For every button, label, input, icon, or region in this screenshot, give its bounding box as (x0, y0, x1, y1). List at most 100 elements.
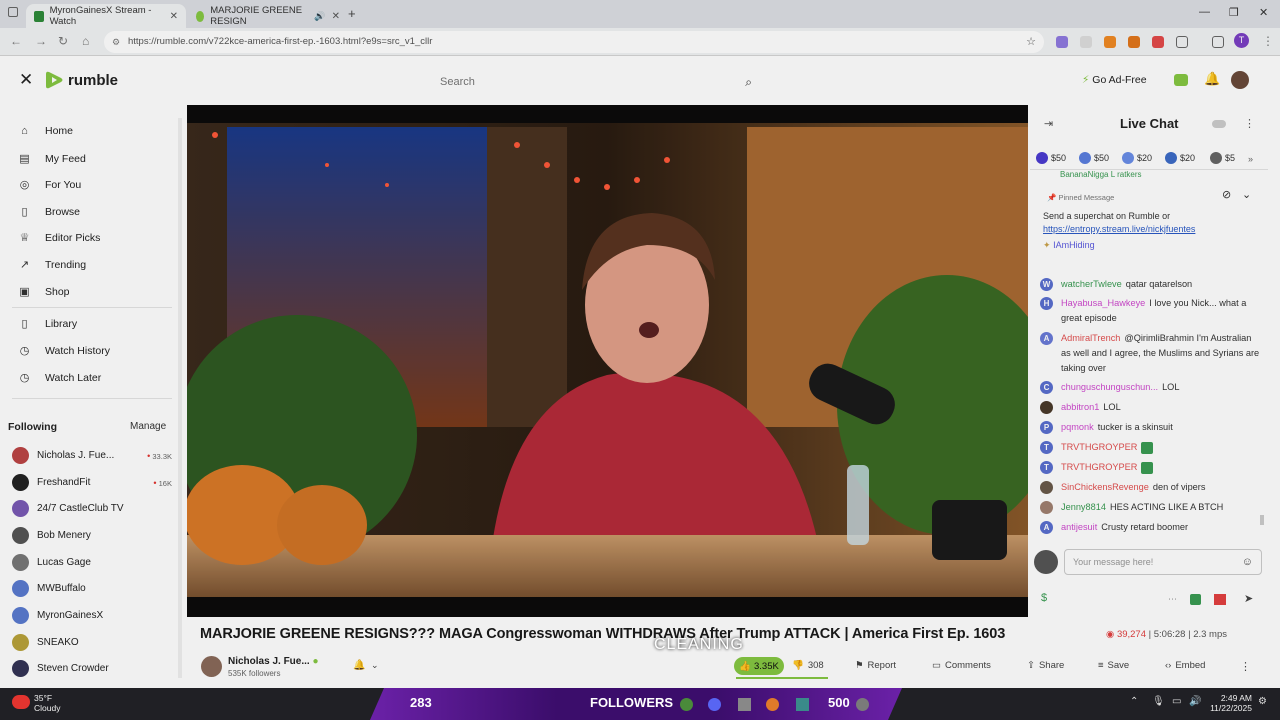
bookmark-star-icon[interactable]: ☆ (1026, 31, 1036, 53)
speaker-icon[interactable]: 🔊 (314, 11, 325, 22)
address-bar[interactable]: ⚙ https://rumble.com/v722kce-america-fir… (104, 31, 1044, 53)
chat-user-avatar[interactable] (1040, 401, 1053, 414)
more-options-icon[interactable]: ⋮ (1240, 660, 1251, 673)
extension-icon[interactable] (1152, 36, 1164, 48)
sidebar-item-watch-later[interactable]: ◷ Watch Later (18, 371, 102, 385)
weather-widget[interactable]: 35°F Cloudy (34, 693, 60, 713)
notification-bell-icon[interactable]: 🔔 (353, 660, 365, 671)
badge-icon[interactable] (1190, 594, 1201, 605)
sidebar-item-my-feed[interactable]: ▤ My Feed (18, 152, 86, 166)
embed-button[interactable]: ‹› Embed (1165, 660, 1205, 671)
chat-user-avatar[interactable]: A (1040, 521, 1053, 534)
rant-chip[interactable]: $50 (1079, 152, 1109, 164)
chat-user-avatar[interactable]: T (1040, 441, 1053, 454)
following-channel[interactable]: Lucas Gage (12, 554, 172, 571)
pinned-user[interactable]: IAmHiding (1053, 240, 1095, 250)
comments-button[interactable]: ▭ Comments (932, 660, 991, 671)
clock[interactable]: 2:49 AM 11/22/2025 (1208, 693, 1252, 713)
chat-menu-icon[interactable]: ⋮ (1244, 117, 1255, 130)
chat-user-avatar[interactable]: C (1040, 381, 1053, 394)
dots-icon[interactable]: ⋯ (1168, 594, 1177, 605)
sidebar-item-library[interactable]: ▯ Library (18, 317, 77, 331)
chat-username[interactable]: pqmonk (1061, 422, 1094, 432)
extensions-puzzle-icon[interactable] (1176, 36, 1188, 48)
chat-user-avatar[interactable]: A (1040, 332, 1053, 345)
restore-icon[interactable]: ❐ (1229, 6, 1239, 19)
firefox-taskbar-icon[interactable] (766, 698, 779, 711)
following-channel[interactable]: Steven Crowder (12, 660, 172, 677)
search-input[interactable]: Search ⌕ (430, 69, 760, 95)
share-button[interactable]: ⇪ Share (1027, 660, 1064, 671)
rant-chip[interactable]: $20 (1165, 152, 1195, 164)
chat-username[interactable]: TRVTHGROYPER (1061, 462, 1137, 472)
sidebar-item-trending[interactable]: ↗ Trending (18, 258, 86, 272)
notification-bell-icon[interactable]: 🔔 (1204, 71, 1220, 87)
chat-username[interactable]: antijesuit (1061, 522, 1097, 532)
following-channel[interactable]: Nicholas J. Fue... • 33.3K (12, 447, 172, 464)
chat-username[interactable]: Hayabusa_Hawkeye (1061, 298, 1145, 308)
metamask-icon[interactable] (1128, 36, 1140, 48)
hide-pinned-icon[interactable]: ⊘ (1222, 188, 1231, 201)
extension-icon[interactable] (1080, 36, 1092, 48)
site-info-icon[interactable]: ⚙ (112, 31, 120, 53)
extension-icon[interactable] (1056, 36, 1068, 48)
rants-scroll-icon[interactable]: » (1248, 154, 1253, 164)
chat-user-avatar[interactable] (1040, 501, 1053, 514)
sidebar-scrollbar[interactable] (178, 118, 182, 678)
following-channel[interactable]: SNEAKO (12, 634, 172, 651)
following-channel[interactable]: FreshandFit • 16K (12, 474, 172, 491)
tray-expand-icon[interactable]: ⌃ (1130, 696, 1138, 707)
rant-chip[interactable]: $50 (1036, 152, 1066, 164)
chrome-taskbar-icon[interactable] (680, 698, 693, 711)
sidebar-item-shop[interactable]: ▣ Shop (18, 285, 69, 299)
sidebar-item-watch-history[interactable]: ◷ Watch History (18, 344, 110, 358)
report-button[interactable]: ⚑ Report (855, 660, 896, 671)
search-icon[interactable]: ⌕ (745, 69, 752, 95)
chat-username[interactable]: abbitron1 (1061, 402, 1099, 412)
close-window-icon[interactable]: ✕ (1259, 6, 1268, 19)
rumble-logo[interactable]: rumble (46, 70, 118, 90)
sidebar-item-browse[interactable]: ▯ Browse (18, 205, 80, 219)
sidebar-item-home[interactable]: ⌂ Home (18, 125, 73, 137)
tab-rumble-video[interactable]: MARJORIE GREENE RESIGN 🔊 ✕ (188, 4, 348, 28)
flag-icon[interactable] (1214, 594, 1226, 605)
chat-username[interactable]: AdmiralTrench (1061, 333, 1120, 343)
chat-username[interactable]: Jenny8814 (1061, 502, 1106, 512)
app-taskbar-icon[interactable] (796, 698, 809, 711)
new-tab-icon[interactable]: + (348, 6, 356, 21)
network-icon[interactable]: ▭ (1172, 696, 1181, 707)
tab-search-icon[interactable] (8, 7, 18, 17)
chevron-down-icon[interactable]: ⌄ (1242, 188, 1251, 201)
collapse-chat-icon[interactable]: ⇥ (1044, 117, 1053, 130)
chat-user-avatar[interactable]: H (1040, 297, 1053, 310)
rant-dollar-icon[interactable]: $ (1041, 592, 1047, 604)
go-ad-free-button[interactable]: ⚡ Go Ad-Free (1082, 74, 1147, 86)
discord-taskbar-icon[interactable] (708, 698, 721, 711)
home-browser-icon[interactable]: ⌂ (82, 34, 89, 48)
channel-avatar[interactable] (201, 656, 222, 677)
sidebar-item-for-you[interactable]: ◎ For You (18, 178, 82, 192)
rant-chip[interactable]: $20 (1122, 152, 1152, 164)
upload-icon[interactable] (1174, 74, 1188, 86)
following-channel[interactable]: 24/7 CastleClub TV (12, 500, 172, 517)
volume-icon[interactable]: 🔊 (1189, 696, 1201, 707)
pinned-link[interactable]: https://entropy.stream.live/nickjfuentes (1043, 224, 1195, 234)
chat-username[interactable]: watcherTwleve (1061, 279, 1122, 289)
video-player[interactable] (187, 105, 1028, 617)
profile-avatar[interactable]: T (1234, 33, 1249, 48)
minimize-icon[interactable]: — (1199, 6, 1210, 18)
chat-user-avatar[interactable]: T (1040, 461, 1053, 474)
chat-user-avatar[interactable]: P (1040, 421, 1053, 434)
following-channel[interactable]: Bob Menery (12, 527, 172, 544)
tab-myrongainesx[interactable]: MyronGainesX Stream - Watch ✕ (26, 4, 186, 28)
browser-menu-icon[interactable]: ⋮ (1262, 34, 1274, 48)
notifications-icon[interactable]: ⚙ (1258, 696, 1267, 707)
like-button[interactable]: 👍 3.35K (734, 657, 784, 675)
emoji-icon[interactable]: ☺ (1242, 550, 1253, 574)
close-tab-icon[interactable]: ✕ (332, 11, 340, 22)
chevron-down-icon[interactable]: ⌄ (371, 660, 379, 671)
reading-list-icon[interactable] (1212, 36, 1224, 48)
extension-icon[interactable] (1104, 36, 1116, 48)
chat-user-avatar[interactable] (1040, 481, 1053, 494)
user-avatar[interactable] (1231, 71, 1249, 89)
